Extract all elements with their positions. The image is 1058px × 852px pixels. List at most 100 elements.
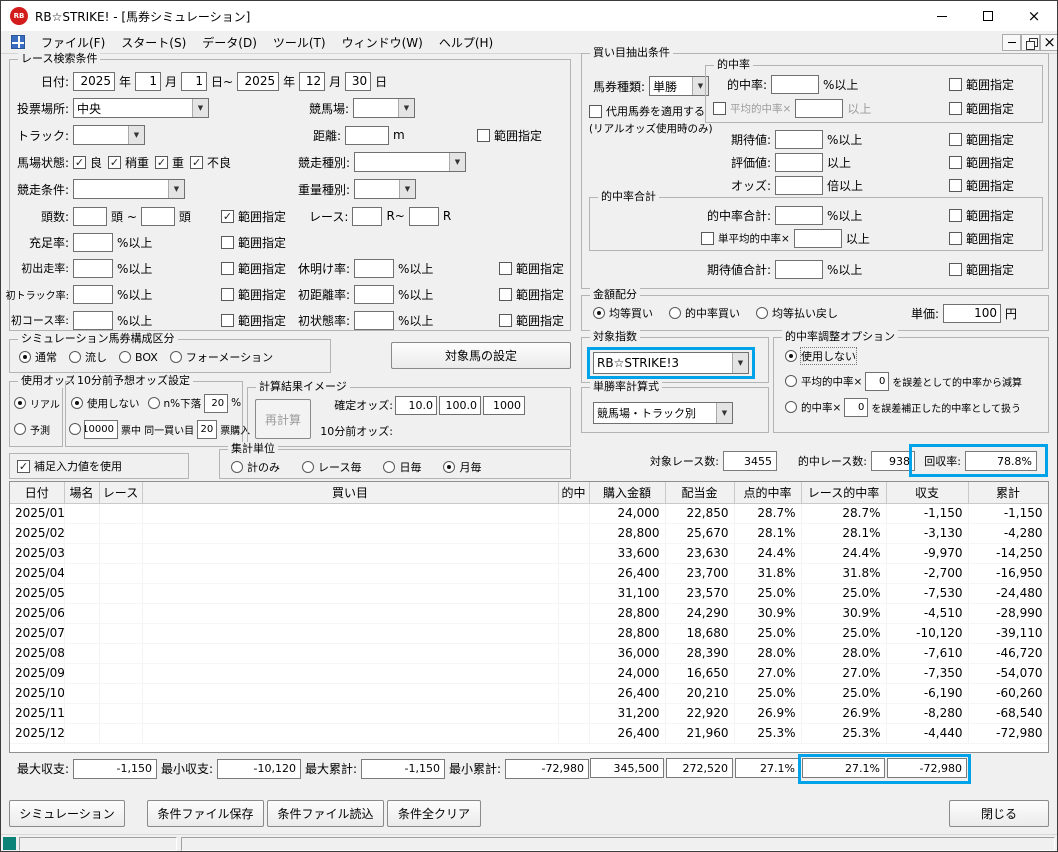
hit-adjust-none-radio[interactable]: 使用しない [785,348,856,364]
distance-input[interactable] [345,126,389,145]
column-header[interactable]: 日付 [10,482,64,503]
table-row[interactable]: 2025/1026,40020,21025.0%25.0%-6,190-60,2… [10,683,1048,703]
date-end-month-input[interactable]: 12 [299,72,325,91]
baba-slightly-heavy-checkbox[interactable]: 稍重 [108,154,149,171]
heads-min-input[interactable] [73,207,107,226]
menu-start[interactable]: スタート(S) [113,31,194,53]
column-header[interactable]: 場名 [64,482,99,503]
odds-real-radio[interactable]: リアル [14,396,60,411]
allocation-equal-return-radio[interactable]: 均等払い戻し [756,305,838,321]
race-no-max-input[interactable] [409,207,439,226]
fixed-odds-input-2[interactable]: 100.0 [439,396,481,415]
race-no-min-input[interactable] [352,207,382,226]
structure-nagashi-radio[interactable]: 流し [69,349,107,365]
fill-rate-input[interactable] [73,233,113,252]
unit-price-input[interactable]: 100 [943,304,1001,323]
race-cond-select[interactable] [73,179,185,199]
column-header[interactable]: 点的中率 [734,482,801,503]
first-run-range-checkbox[interactable]: 範囲指定 [221,260,286,277]
first-distance-input[interactable] [354,285,394,304]
simulation-button[interactable]: シミュレーション [9,800,125,827]
aggregate-month-radio[interactable]: 月毎 [443,459,481,475]
mdi-restore-button[interactable] [1021,34,1040,51]
single-avg-range-checkbox[interactable]: 範囲指定 [949,230,1014,247]
first-track-range-checkbox[interactable]: 範囲指定 [221,286,286,303]
allocation-equal-buy-radio[interactable]: 均等買い [593,305,653,321]
date-start-year-input[interactable]: 2025 [73,72,115,91]
baba-heavy-checkbox[interactable]: 重 [155,154,184,171]
vote-place-select[interactable]: 中央 [73,98,209,118]
date-start-day-input[interactable]: 1 [181,72,207,91]
single-avg-checkbox[interactable]: 単平均的中率× [701,231,790,246]
aggregate-total-radio[interactable]: 計のみ [231,459,280,475]
column-header[interactable]: 的中 [558,482,589,503]
expectation-range-checkbox[interactable]: 範囲指定 [949,131,1014,148]
table-row[interactable]: 2025/0333,60023,63024.4%24.4%-9,970-14,2… [10,543,1048,563]
first-course-input[interactable] [73,311,113,330]
weight-type-select[interactable] [354,179,416,199]
hit-adjust-rate-input[interactable]: 0 [844,398,868,417]
allocation-hit-rate-radio[interactable]: 的中率買い [669,305,740,321]
table-row[interactable]: 2025/0836,00028,39028.0%28.0%-7,610-46,7… [10,643,1048,663]
clear-condition-button[interactable]: 条件全クリア [387,800,481,827]
menu-window[interactable]: ウィンドウ(W) [334,31,431,53]
ticket-type-select[interactable]: 単勝 [649,76,709,96]
odds-threshold-input[interactable] [775,176,823,195]
column-header[interactable]: 配当金 [665,482,734,503]
hit-adjust-avg-radio[interactable]: 平均的中率× [785,374,862,389]
avg-hit-range-checkbox[interactable]: 範囲指定 [949,100,1014,117]
first-run-input[interactable] [73,259,113,278]
first-course-range-checkbox[interactable]: 範囲指定 [221,312,286,329]
first-condition-input[interactable] [354,311,394,330]
baba-good-checkbox[interactable]: 良 [73,154,102,171]
fixed-odds-input-1[interactable]: 10.0 [395,396,437,415]
structure-normal-radio[interactable]: 通常 [19,349,57,365]
table-row[interactable]: 2025/0728,80018,68025.0%25.0%-10,120-39,… [10,623,1048,643]
hit-total-range-checkbox[interactable]: 範囲指定 [949,207,1014,224]
substitute-checkbox[interactable]: 代用馬券を適用する [589,103,705,119]
table-row[interactable]: 2025/0924,00016,65027.0%27.0%-7,350-54,0… [10,663,1048,683]
heads-max-input[interactable] [141,207,175,226]
fill-rate-range-checkbox[interactable]: 範囲指定 [221,234,286,251]
baba-bad-checkbox[interactable]: 不良 [190,154,231,171]
save-condition-button[interactable]: 条件ファイル保存 [147,800,264,827]
structure-formation-radio[interactable]: フォーメーション [170,349,273,365]
aggregate-race-radio[interactable]: レース毎 [302,459,361,475]
votes-total-input[interactable]: 10000 [84,420,118,439]
recalc-button[interactable]: 再計算 [255,399,311,439]
odds-range-checkbox[interactable]: 範囲指定 [949,177,1014,194]
date-start-month-input[interactable]: 1 [135,72,161,91]
maximize-button[interactable] [965,1,1011,31]
mdi-document-grid-icon[interactable] [11,35,25,49]
avg-hit-checkbox[interactable]: 平均的中率× [713,101,791,116]
menu-file[interactable]: ファイル(F) [33,31,113,53]
minimize-button[interactable] [919,1,965,31]
drop-percent-input[interactable]: 20 [204,394,228,413]
close-button[interactable] [1011,1,1057,31]
track-select[interactable] [73,125,145,145]
column-header[interactable]: レース的中率 [801,482,886,503]
odds-10min-drop-radio[interactable]: n%下落 [148,396,202,411]
column-header[interactable]: 収支 [886,482,968,503]
hit-rate-input[interactable] [771,75,819,94]
evaluation-range-checkbox[interactable]: 範囲指定 [949,154,1014,171]
column-header[interactable]: 買い目 [142,482,558,503]
close-dialog-button[interactable]: 閉じる [949,800,1049,827]
first-condition-range-checkbox[interactable]: 範囲指定 [499,312,564,329]
column-header[interactable]: 購入金額 [589,482,665,503]
date-end-day-input[interactable]: 30 [345,72,371,91]
table-row[interactable]: 2025/1131,20022,92026.9%26.9%-8,280-68,5… [10,703,1048,723]
load-condition-button[interactable]: 条件ファイル読込 [267,800,384,827]
column-header[interactable]: レース [99,482,142,503]
hit-adjust-avg-input[interactable]: 0 [865,372,889,391]
odds-10min-none-radio[interactable]: 使用しない [71,396,140,411]
target-horse-settings-button[interactable]: 対象馬の設定 [391,342,571,369]
mdi-minimize-button[interactable] [1002,34,1021,51]
evaluation-input[interactable] [775,153,823,172]
odds-predict-radio[interactable]: 予測 [14,422,50,437]
menu-help[interactable]: ヘルプ(H) [431,31,501,53]
table-row[interactable]: 2025/1226,40021,96025.3%25.3%-4,440-72,9… [10,723,1048,743]
table-row[interactable]: 2025/0228,80025,67028.1%28.1%-3,130-4,28… [10,523,1048,543]
table-row[interactable]: 2025/0628,80024,29030.9%30.9%-4,510-28,9… [10,603,1048,623]
table-row[interactable]: 2025/0531,10023,57025.0%25.0%-7,530-24,4… [10,583,1048,603]
